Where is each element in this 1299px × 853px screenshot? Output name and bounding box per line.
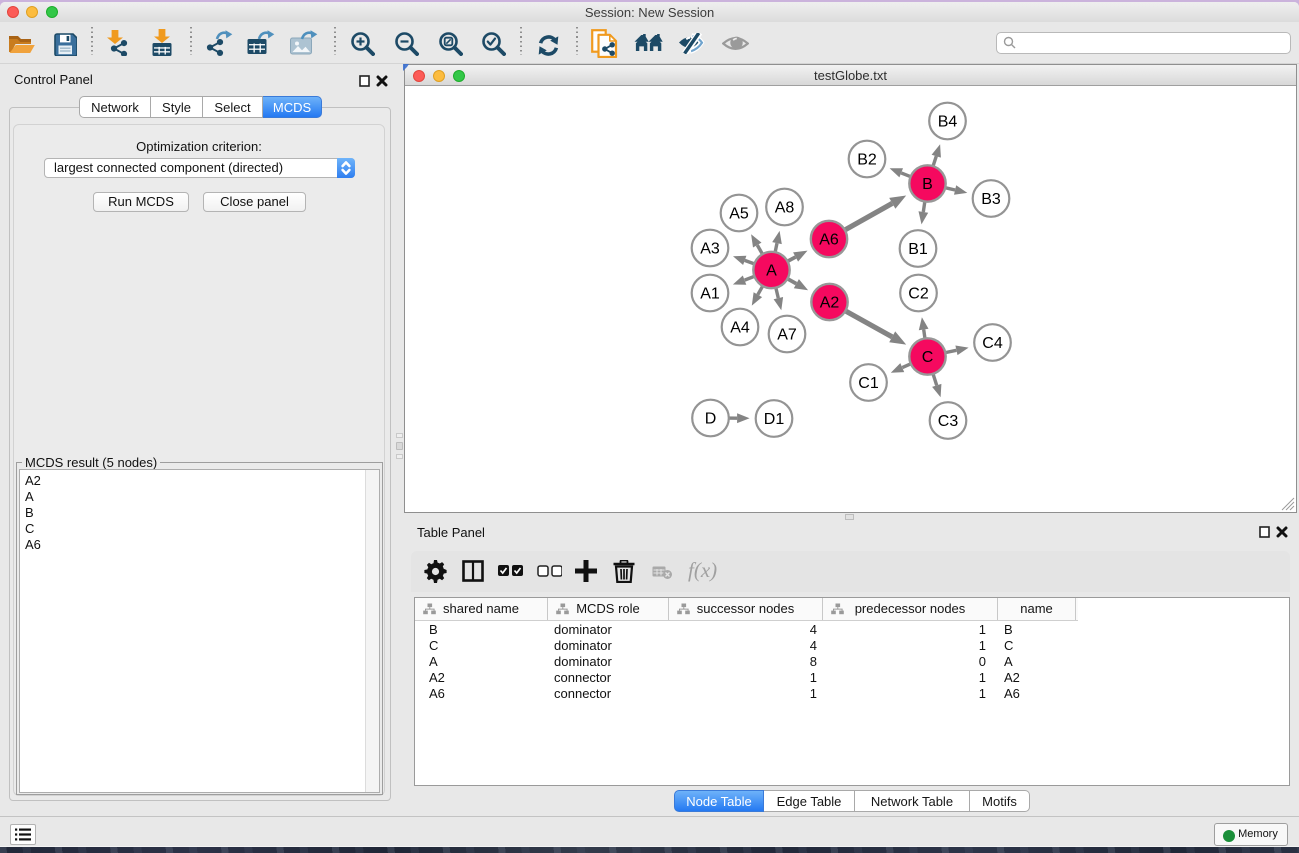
svg-text:C4: C4: [982, 335, 1003, 352]
svg-text:B2: B2: [857, 152, 877, 169]
svg-text:A7: A7: [777, 327, 797, 344]
svg-text:D1: D1: [764, 411, 785, 428]
svg-text:C3: C3: [938, 413, 959, 430]
svg-text:A5: A5: [729, 206, 749, 223]
svg-text:A4: A4: [730, 320, 750, 337]
svg-text:B1: B1: [908, 241, 928, 258]
svg-text:B3: B3: [981, 191, 1001, 208]
svg-text:A1: A1: [700, 286, 720, 303]
svg-text:A3: A3: [700, 241, 720, 258]
svg-text:A2: A2: [820, 295, 840, 312]
svg-text:A8: A8: [775, 200, 795, 217]
svg-text:A6: A6: [819, 232, 839, 249]
svg-text:B4: B4: [938, 114, 958, 131]
svg-text:D: D: [705, 411, 717, 428]
svg-text:C1: C1: [858, 375, 879, 392]
svg-text:C2: C2: [908, 286, 929, 303]
svg-text:C: C: [922, 349, 934, 366]
svg-text:A: A: [766, 263, 777, 280]
svg-text:B: B: [922, 176, 933, 193]
